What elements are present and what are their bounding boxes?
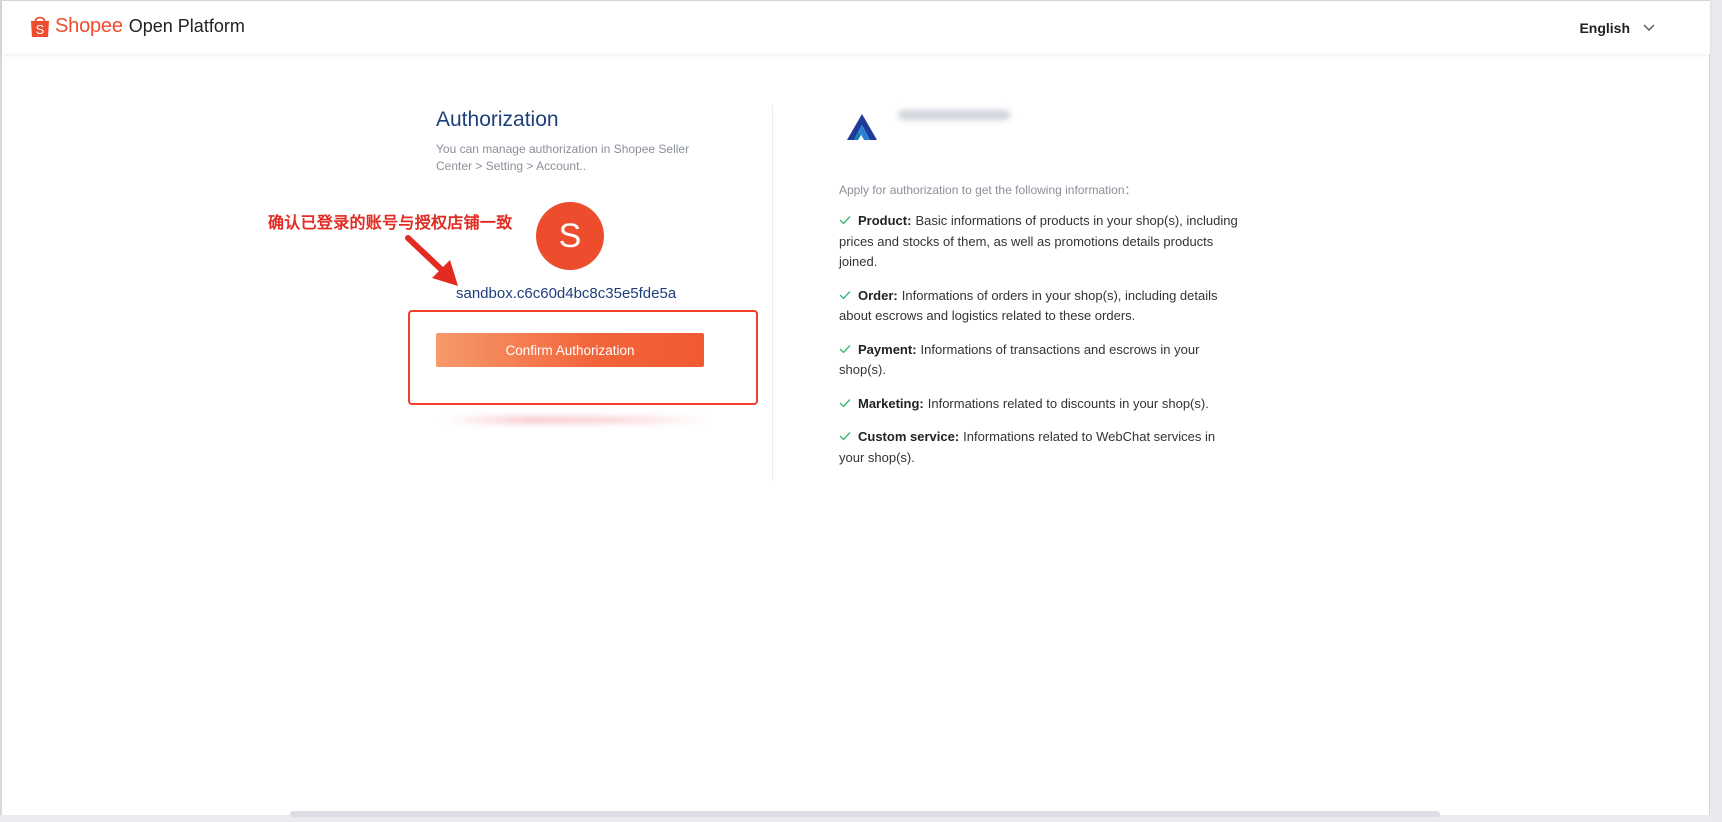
permission-name: Payment:: [858, 341, 917, 357]
check-icon: [839, 398, 851, 407]
permission-item-product: Product: Basic informations of products i…: [839, 211, 1239, 273]
language-label: English: [1579, 20, 1630, 36]
page-title: Authorization: [436, 108, 559, 131]
avatar: S: [536, 202, 604, 270]
permission-item-payment: Payment: Informations of transactions and…: [839, 340, 1239, 381]
permission-item-order: Order: Informations of orders in your sho…: [839, 286, 1239, 327]
check-icon: [839, 432, 851, 441]
window-bottom-edge: [0, 811, 1710, 822]
chevron-down-icon: [1643, 24, 1655, 31]
permission-name: Order:: [858, 287, 898, 303]
app-logo-icon: [847, 114, 877, 140]
permission-list: Product: Basic informations of products i…: [839, 211, 1239, 481]
check-icon: [839, 344, 851, 353]
bottom-shadow: [290, 811, 1440, 817]
permission-name: Marketing:: [858, 395, 924, 411]
annotation-text: 确认已登录的账号与授权店铺一致: [268, 215, 513, 232]
language-selector[interactable]: English: [1579, 20, 1656, 36]
product-name: Open Platform: [128, 15, 245, 36]
account-name: sandbox.c6c60d4bc8c35e5fde5a: [456, 285, 677, 302]
shopee-bag-icon: S: [31, 16, 49, 37]
annotation-arrow-icon: [405, 235, 458, 286]
confirm-authorization-button[interactable]: Confirm Authorization: [436, 333, 704, 367]
blurred-text: [440, 416, 710, 424]
brand-name: Shopee: [55, 14, 123, 37]
top-header: S Shopee Open Platform English: [2, 1, 1710, 54]
svg-text:S: S: [36, 22, 45, 37]
window-left-border: [0, 0, 2, 822]
check-icon: [839, 290, 851, 299]
permission-desc: Informations related to discounts in you…: [927, 395, 1209, 411]
scrollbar-track[interactable]: [1709, 0, 1722, 822]
shopee-logo[interactable]: S Shopee Open Platform: [30, 14, 245, 38]
app-name-blurred: [898, 110, 1010, 120]
permission-item-marketing: Marketing: Informations related to discou…: [839, 394, 1239, 415]
auth-description: You can manage authorization in Shopee S…: [436, 142, 690, 173]
permission-name: Custom service:: [858, 429, 960, 444]
column-divider: [772, 105, 773, 481]
permissions-intro: Apply for authorization to get the follo…: [839, 183, 1137, 197]
check-icon: [839, 216, 851, 225]
permission-name: Product:: [858, 213, 912, 228]
avatar-letter: S: [558, 216, 582, 255]
permission-item-custom-service: Custom service: Informations related to W…: [839, 427, 1239, 468]
